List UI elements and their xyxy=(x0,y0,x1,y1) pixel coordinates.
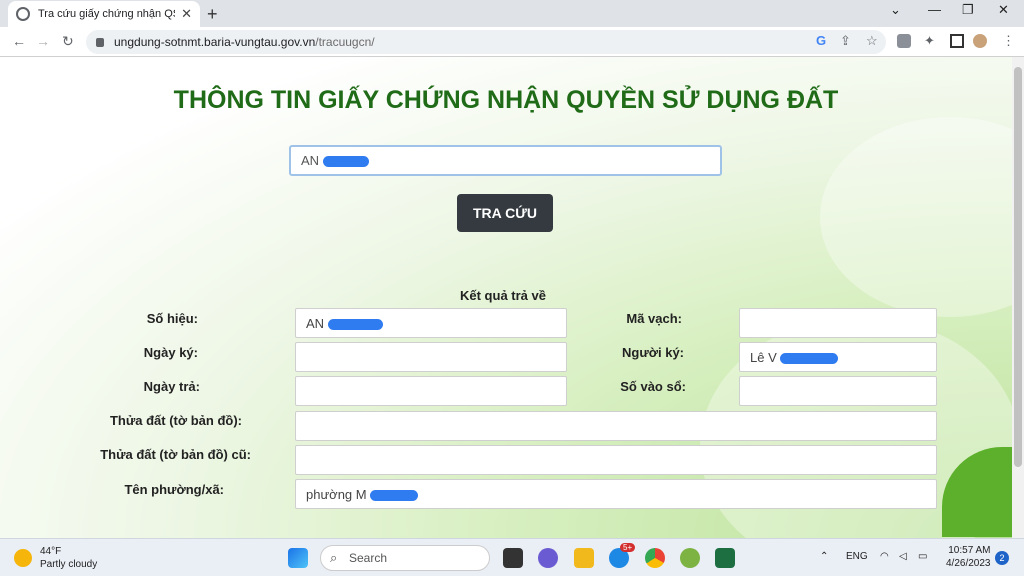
forward-arrow-icon[interactable]: → xyxy=(36,33,50,49)
so-hieu-field[interactable]: AN xyxy=(295,308,567,338)
bookmark-star-icon[interactable]: ☆ xyxy=(866,33,878,49)
profile-avatar[interactable] xyxy=(973,34,987,48)
language-indicator[interactable]: ENG xyxy=(846,551,868,562)
tray-chevron-up-icon[interactable]: ⌃ xyxy=(820,551,828,562)
tab-bar: Tra cứu giấy chứng nhận QSDĐ ✕ + ⌄ — ❐ ✕ xyxy=(0,0,1024,27)
ten-phuong-label: Tên phường/xã: xyxy=(124,482,224,497)
ma-vach-label: Mã vạch: xyxy=(626,311,682,326)
redaction-mark xyxy=(322,156,369,168)
window-restore-button[interactable]: ❐ xyxy=(962,2,974,18)
extensions-puzzle-icon[interactable]: ✦ xyxy=(924,33,935,49)
ngay-ky-label: Ngày ký: xyxy=(143,345,198,360)
thua-dat-field[interactable] xyxy=(295,411,937,441)
search-icon: ⌕ xyxy=(330,550,338,565)
tab-title: Tra cứu giấy chứng nhận QSDĐ xyxy=(38,8,175,20)
temperature: 44°F xyxy=(40,546,62,557)
nguoi-ky-label: Người ký: xyxy=(622,345,684,360)
window-close-button[interactable]: ✕ xyxy=(998,2,1009,18)
globe-icon xyxy=(16,7,30,21)
tab-close-icon[interactable]: ✕ xyxy=(181,6,192,22)
lock-icon xyxy=(96,37,104,47)
chat-badge: 5+ xyxy=(620,543,636,552)
time: 10:57 AM xyxy=(948,545,991,556)
file-explorer-icon[interactable] xyxy=(574,548,594,568)
ngay-ky-field[interactable] xyxy=(295,342,567,372)
teams-chat-icon[interactable] xyxy=(538,548,558,568)
tab-search-chevron-icon[interactable]: ⌄ xyxy=(890,2,901,18)
menu-kebab-icon[interactable]: ⋮ xyxy=(1002,33,1015,49)
notification-badge[interactable]: 2 xyxy=(995,551,1009,565)
share-icon[interactable]: ⇪ xyxy=(840,33,851,49)
so-vao-so-field[interactable] xyxy=(739,376,937,406)
scrollbar-thumb[interactable] xyxy=(1014,67,1022,467)
wifi-icon[interactable]: ◠ xyxy=(880,551,889,562)
nguoi-ky-field[interactable]: Lê V xyxy=(739,342,937,372)
search-input-value: AN xyxy=(301,153,320,168)
page-content: THÔNG TIN GIẤY CHỨNG NHẬN QUYỀN SỬ DỤNG … xyxy=(0,57,1012,538)
thua-dat-cu-field[interactable] xyxy=(295,445,937,475)
nguoi-ky-value: Lê V xyxy=(750,350,777,365)
url-omnibox[interactable]: ungdung-sotnmt.baria-vungtau.gov.vn /tra… xyxy=(86,30,886,54)
redaction-mark xyxy=(327,319,383,331)
background-leaf xyxy=(820,117,1012,317)
back-arrow-icon[interactable]: ← xyxy=(12,33,26,49)
browser-chrome: Tra cứu giấy chứng nhận QSDĐ ✕ + ⌄ — ❐ ✕… xyxy=(0,0,1024,57)
window-minimize-button[interactable]: — xyxy=(928,2,941,17)
side-panel-icon[interactable] xyxy=(950,34,964,48)
search-button[interactable]: TRA CỨU xyxy=(457,194,553,232)
battery-icon[interactable]: ▭ xyxy=(918,551,927,562)
so-hieu-value: AN xyxy=(306,316,325,331)
ma-vach-field[interactable] xyxy=(739,308,937,338)
page-title: THÔNG TIN GIẤY CHỨNG NHẬN QUYỀN SỬ DỤNG … xyxy=(173,86,839,114)
address-bar-row: ← → ↻ ungdung-sotnmt.baria-vungtau.gov.v… xyxy=(0,27,1024,57)
date: 4/26/2023 xyxy=(946,558,991,569)
clock[interactable]: 10:57 AM 4/26/2023 xyxy=(946,544,991,570)
redaction-mark xyxy=(370,490,419,502)
thua-dat-label: Thửa đất (tờ bản đồ): xyxy=(109,413,242,428)
thua-dat-cu-label: Thửa đất (tờ bản đồ) cũ: xyxy=(100,447,251,462)
url-path: /tracuugcn/ xyxy=(315,35,375,49)
excel-icon[interactable] xyxy=(715,548,735,568)
ten-phuong-value: phường M xyxy=(306,487,367,502)
task-view-icon[interactable] xyxy=(503,548,523,568)
google-lens-icon[interactable]: G xyxy=(816,33,826,48)
so-vao-so-label: Số vào sổ: xyxy=(620,379,686,394)
ten-phuong-field[interactable]: phường M xyxy=(295,479,937,509)
extension-icon[interactable] xyxy=(897,34,911,48)
browser-tab[interactable]: Tra cứu giấy chứng nhận QSDĐ ✕ xyxy=(8,1,200,27)
weather-text: Partly cloudy xyxy=(40,559,98,570)
reload-icon[interactable]: ↻ xyxy=(62,33,74,50)
page-scrollbar[interactable] xyxy=(1012,57,1024,538)
so-hieu-label: Số hiệu: xyxy=(146,311,198,326)
certificate-search-input[interactable]: AN xyxy=(289,145,722,176)
ngay-tra-label: Ngày trả: xyxy=(143,379,200,394)
url-host: ungdung-sotnmt.baria-vungtau.gov.vn xyxy=(114,35,316,49)
partly-cloudy-icon xyxy=(14,549,32,567)
result-heading: Kết quả trả về xyxy=(460,288,546,303)
new-tab-button[interactable]: + xyxy=(207,4,218,25)
app-icon[interactable] xyxy=(680,548,700,568)
taskbar-search-label: Search xyxy=(349,551,388,565)
redaction-mark xyxy=(780,353,839,365)
taskbar-search[interactable]: ⌕ Search xyxy=(320,545,490,571)
chrome-icon[interactable] xyxy=(645,548,665,568)
windows-taskbar: 44°F Partly cloudy ⌕ Search 5+ ⌃ ENG ◠ ◁… xyxy=(0,538,1024,576)
ngay-tra-field[interactable] xyxy=(295,376,567,406)
volume-icon[interactable]: ◁ xyxy=(899,551,907,562)
windows-start-icon[interactable] xyxy=(288,548,308,568)
